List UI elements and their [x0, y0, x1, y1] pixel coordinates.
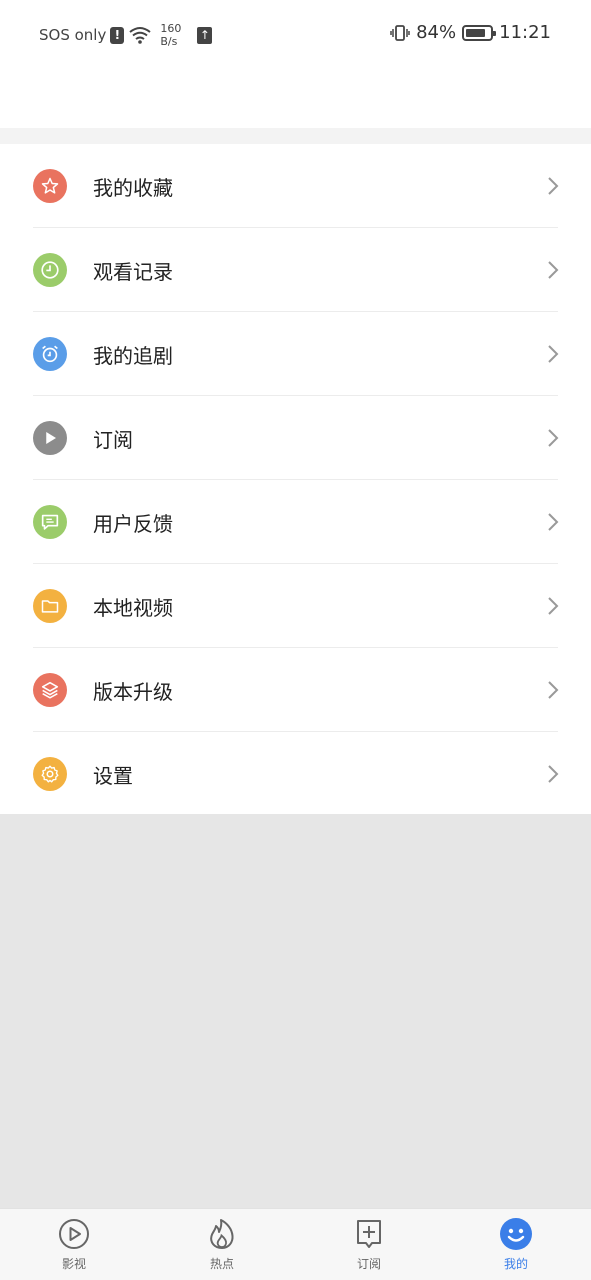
- smiley-icon: [500, 1218, 532, 1250]
- menu-item-label: 我的收藏: [93, 175, 173, 200]
- chevron-right-icon: [548, 513, 559, 531]
- header-area: [0, 66, 591, 128]
- clock-icon: [33, 253, 67, 287]
- folder-icon: [33, 589, 67, 623]
- menu-item-label: 我的追剧: [93, 343, 173, 368]
- nav-item-hot[interactable]: 热点: [172, 1217, 272, 1277]
- menu-item-label: 版本升级: [93, 679, 173, 704]
- chevron-right-icon: [548, 681, 559, 699]
- play-icon: [33, 421, 67, 455]
- chevron-right-icon: [548, 765, 559, 783]
- nav-label: 热点: [209, 1257, 234, 1271]
- menu-item-subscribe[interactable]: 订阅: [0, 396, 591, 480]
- nav-item-movies[interactable]: 影视: [24, 1217, 124, 1277]
- net-speed-value: 160: [160, 22, 182, 35]
- alarm-clock-icon: [33, 337, 67, 371]
- menu-item-label: 本地视频: [93, 595, 173, 620]
- menu-item-feedback[interactable]: 用户反馈: [0, 480, 591, 564]
- menu-item-local-video[interactable]: 本地视频: [0, 564, 591, 648]
- star-icon: [33, 169, 67, 203]
- status-bar: SOS only ! 160 B/s ↑ 84% 11:21: [0, 0, 591, 66]
- chevron-right-icon: [548, 177, 559, 195]
- nav-label: 我的: [503, 1257, 528, 1271]
- menu-item-favorites[interactable]: 我的收藏: [0, 144, 591, 228]
- battery-percent: 84%: [416, 22, 457, 43]
- message-icon: [33, 505, 67, 539]
- add-box-icon: [357, 1220, 381, 1248]
- chevron-right-icon: [548, 345, 559, 363]
- menu-item-label: 用户反馈: [93, 511, 173, 536]
- section-gap: [0, 128, 591, 144]
- battery-icon: [462, 24, 497, 41]
- menu-item-label: 设置: [93, 763, 133, 788]
- flame-icon: [210, 1219, 234, 1249]
- bottom-nav: 影视 热点 订阅 我的: [0, 1208, 591, 1280]
- net-speed-unit: B/s: [160, 35, 178, 48]
- status-left: SOS only ! 160 B/s ↑: [39, 22, 213, 48]
- chevron-right-icon: [548, 261, 559, 279]
- gear-icon: [33, 757, 67, 791]
- menu-list: 我的收藏 观看记录 我的追剧 订阅 用户反馈 本地视频 版本升级 设置: [0, 144, 591, 814]
- menu-item-following[interactable]: 我的追剧: [0, 312, 591, 396]
- net-speed: 160 B/s: [160, 22, 181, 48]
- layers-icon: [33, 673, 67, 707]
- vibrate-icon: [390, 24, 410, 41]
- alert-icon: !: [110, 26, 125, 44]
- menu-item-upgrade[interactable]: 版本升级: [0, 648, 591, 732]
- menu-item-settings[interactable]: 设置: [0, 732, 591, 816]
- chevron-right-icon: [548, 597, 559, 615]
- menu-item-history[interactable]: 观看记录: [0, 228, 591, 312]
- status-right: 84% 11:21: [390, 22, 551, 43]
- upload-icon: ↑: [197, 26, 213, 44]
- menu-item-label: 订阅: [93, 427, 133, 452]
- menu-item-label: 观看记录: [93, 259, 173, 284]
- wifi-icon: [129, 27, 151, 44]
- nav-label: 影视: [61, 1257, 86, 1271]
- nav-item-subscribe[interactable]: 订阅: [319, 1217, 419, 1277]
- clock-time: 11:21: [499, 22, 551, 43]
- app-root: SOS only ! 160 B/s ↑ 84% 11:21 我的收藏 观看记录…: [0, 0, 591, 1280]
- chevron-right-icon: [548, 429, 559, 447]
- video-play-icon: [59, 1219, 89, 1249]
- carrier-text: SOS only: [39, 26, 107, 44]
- nav-label: 订阅: [356, 1257, 381, 1271]
- nav-item-mine[interactable]: 我的: [466, 1217, 566, 1277]
